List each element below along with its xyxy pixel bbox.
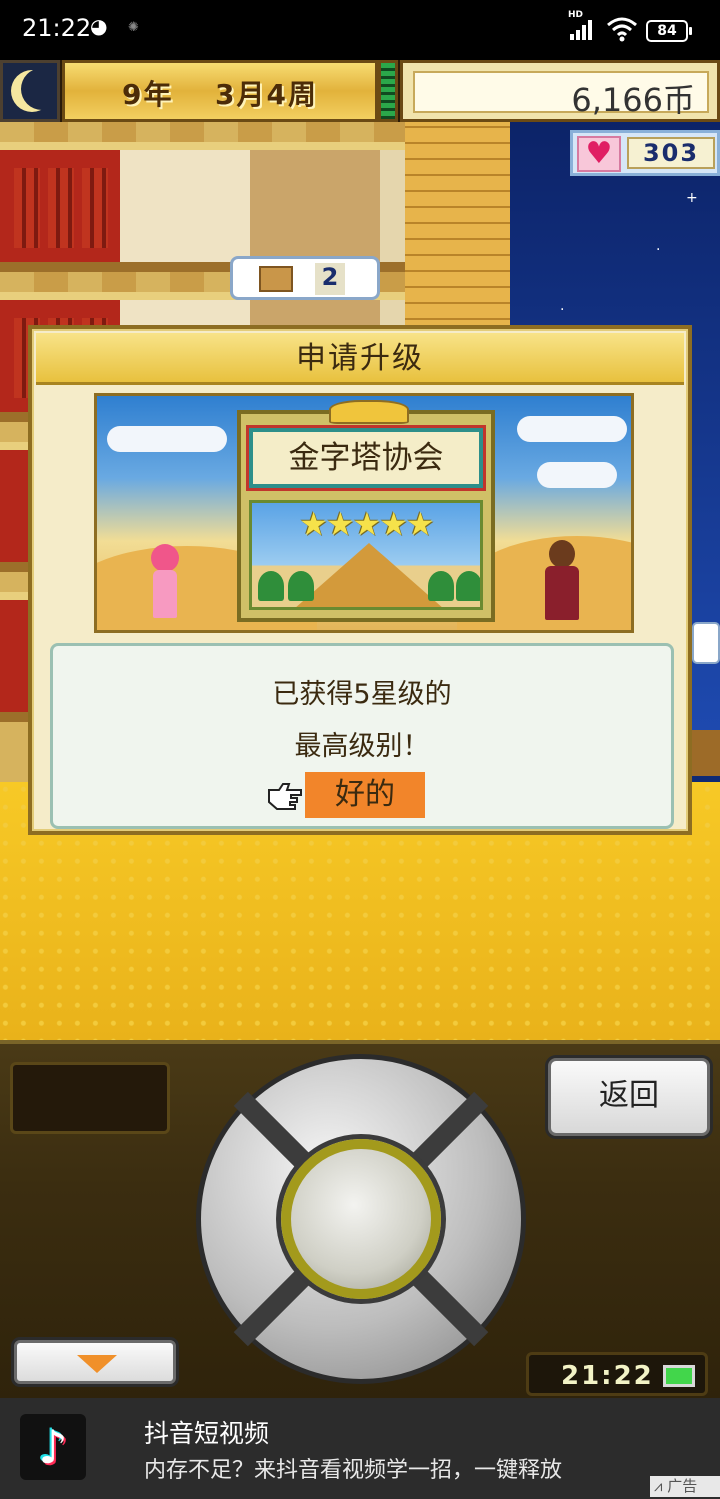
month-unit: 月 bbox=[236, 78, 267, 111]
back-button[interactable]: 返回 bbox=[548, 1058, 710, 1136]
time-progress-meter bbox=[378, 60, 398, 122]
star-icon: + bbox=[686, 190, 698, 206]
system-status-bar: 21:22 ◕ ✺ HD 84 bbox=[0, 0, 720, 60]
game-controller: 返回 21:22 bbox=[0, 1040, 720, 1398]
association-plaque: 金字塔协会 ★★★★★ bbox=[237, 400, 495, 622]
palm-tree-icon bbox=[258, 571, 284, 601]
cart-sprite bbox=[692, 730, 720, 776]
message-line-1: 已获得5星级的 bbox=[272, 679, 452, 710]
association-scene: 金字塔协会 ★★★★★ bbox=[94, 393, 634, 633]
money-panel: 6,166币 bbox=[400, 60, 720, 122]
notification-icon: ✺ bbox=[128, 20, 139, 35]
palm-tree-icon bbox=[456, 571, 480, 601]
chevron-down-icon bbox=[77, 1355, 117, 1373]
message-box: 已获得5星级的 最高级别！ 好的 bbox=[50, 643, 674, 829]
dpad-center-button[interactable] bbox=[281, 1139, 441, 1299]
palm-tree-icon bbox=[288, 571, 314, 601]
battery-icon bbox=[663, 1365, 695, 1387]
wifi-icon bbox=[607, 17, 637, 42]
pyramid-icon bbox=[294, 543, 444, 607]
empty-button-slot bbox=[10, 1062, 170, 1134]
money-amount: 6,166币 bbox=[571, 81, 695, 119]
week-value: 4 bbox=[266, 78, 288, 111]
ad-label: ⩘ 广告 bbox=[650, 1476, 720, 1497]
scroll-down-button[interactable] bbox=[14, 1340, 176, 1384]
year-unit: 年 bbox=[143, 78, 174, 111]
ok-button[interactable]: 好的 bbox=[305, 772, 425, 818]
offscreen-sign bbox=[692, 622, 720, 664]
star-icon: · bbox=[656, 242, 661, 258]
ad-banner[interactable]: ♪ 抖音短视频 内存不足？来抖音看视频学一招，一键释放 ⩘ 广告 bbox=[0, 1398, 720, 1499]
weibo-icon: ◕ bbox=[90, 14, 108, 38]
month-value: 3 bbox=[215, 78, 237, 111]
star-rating: ★★★★★ bbox=[299, 505, 434, 543]
tiktok-logo-icon: ♪ bbox=[20, 1414, 86, 1480]
upgrade-dialog: 申请升级 金字塔协会 ★★★★★ 已获得5星级的 最高级别！ 好的 bbox=[28, 325, 692, 835]
game-header: 9年 3月4周 6,166币 bbox=[0, 60, 720, 122]
pyramid-picture: ★★★★★ bbox=[249, 500, 483, 610]
week-unit: 周 bbox=[287, 78, 318, 111]
status-time: 21:22 bbox=[22, 14, 92, 42]
signal-icon bbox=[570, 20, 592, 40]
dialog-title: 申请升级 bbox=[36, 333, 684, 385]
pointing-hand-icon bbox=[268, 783, 302, 810]
association-name: 金字塔协会 bbox=[246, 425, 486, 491]
game-clock-panel: 21:22 bbox=[526, 1352, 708, 1396]
room-icon bbox=[259, 266, 293, 292]
message-line-2: 最高级别！ bbox=[294, 731, 430, 762]
date-display: 9年 3月4周 bbox=[65, 73, 375, 113]
room-info-badge[interactable]: 2 bbox=[230, 256, 380, 300]
ad-description: 内存不足？来抖音看视频学一招，一键释放 bbox=[144, 1458, 563, 1483]
association-official-sprite bbox=[541, 540, 583, 624]
moon-icon bbox=[11, 70, 53, 112]
game-clock: 21:22 bbox=[561, 1361, 654, 1391]
star-icon: · bbox=[560, 302, 565, 318]
palm-tree-icon bbox=[428, 571, 454, 601]
dpad[interactable] bbox=[196, 1054, 526, 1384]
calendar-panel: 9年 3月4周 bbox=[62, 60, 378, 122]
year-value: 9 bbox=[121, 78, 144, 111]
player-character-sprite bbox=[147, 544, 183, 622]
ad-tag-text: 广告 bbox=[667, 1477, 698, 1495]
room-count: 2 bbox=[315, 263, 345, 295]
ad-tag-icon: ⩘ bbox=[654, 1477, 668, 1495]
heart-icon: ♥ bbox=[577, 136, 621, 172]
love-points-value: 303 bbox=[627, 137, 715, 169]
time-of-day-indicator bbox=[0, 60, 60, 122]
crest-icon bbox=[329, 400, 409, 424]
ad-title: 抖音短视频 bbox=[144, 1419, 270, 1448]
battery-icon: 84 bbox=[646, 20, 692, 42]
love-points-panel: ♥ 303 bbox=[570, 130, 720, 176]
